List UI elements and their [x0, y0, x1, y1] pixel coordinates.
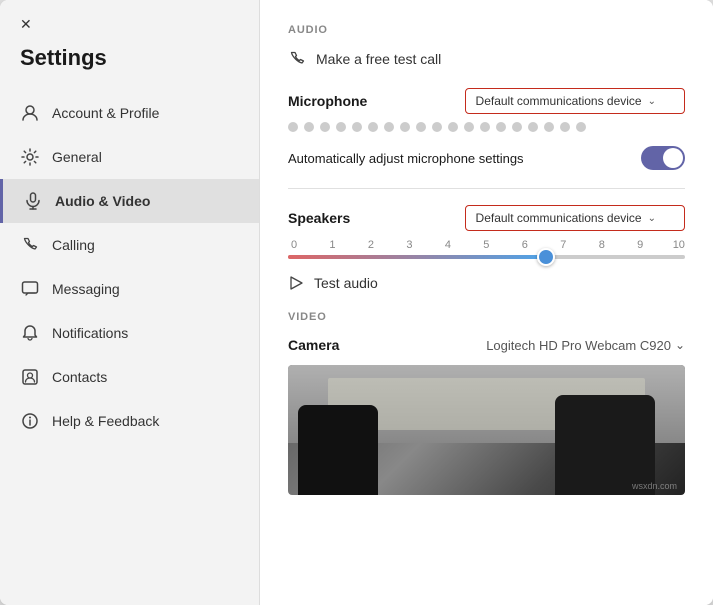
- sidebar-item-audio-video[interactable]: Audio & Video: [0, 179, 259, 223]
- sidebar-item-notifications[interactable]: Notifications: [0, 311, 259, 355]
- sidebar-navigation: Account & Profile General: [0, 91, 259, 443]
- slider-label-5: 5: [480, 239, 492, 251]
- watermark: wsxdn.com: [632, 481, 677, 491]
- mic-dot: [512, 122, 522, 132]
- auto-adjust-label: Automatically adjust microphone settings: [288, 151, 524, 166]
- mic-dot: [384, 122, 394, 132]
- mic-dot: [416, 122, 426, 132]
- microphone-row: Microphone Default communications device…: [288, 88, 685, 114]
- slider-label-0: 0: [288, 239, 300, 251]
- mic-dot: [496, 122, 506, 132]
- microphone-device-label: Default communications device: [476, 94, 642, 108]
- contacts-icon: [20, 367, 40, 387]
- slider-label-2: 2: [365, 239, 377, 251]
- slider-labels: 0 1 2 3 4 5 6 7 8 9 10: [288, 239, 685, 251]
- settings-window: ✕ Settings Account & Profile: [0, 0, 713, 605]
- phone-icon: [20, 235, 40, 255]
- slider-label-9: 9: [634, 239, 646, 251]
- camera-device-label: Logitech HD Pro Webcam C920: [486, 338, 671, 353]
- slider-thumb[interactable]: [537, 248, 555, 266]
- camera-row: Camera Logitech HD Pro Webcam C920 ⌄: [288, 337, 685, 353]
- chair-left: [298, 405, 378, 495]
- mic-dot: [560, 122, 570, 132]
- sidebar-item-help-label: Help & Feedback: [52, 413, 159, 429]
- slider-label-7: 7: [557, 239, 569, 251]
- main-content: AUDIO Make a free test call Microphone D…: [260, 0, 713, 605]
- sidebar-item-account-label: Account & Profile: [52, 105, 159, 121]
- mic-dot: [544, 122, 554, 132]
- slider-label-6: 6: [519, 239, 531, 251]
- test-audio-label: Test audio: [314, 275, 378, 291]
- sidebar-item-messaging-label: Messaging: [52, 281, 120, 297]
- speakers-label: Speakers: [288, 210, 350, 226]
- slider-label-1: 1: [326, 239, 338, 251]
- sidebar-item-help[interactable]: Help & Feedback: [0, 399, 259, 443]
- chair-right: [555, 395, 655, 495]
- mic-level-indicator: [288, 122, 685, 132]
- mic-dot: [304, 122, 314, 132]
- mic-dot: [528, 122, 538, 132]
- chevron-down-icon: ⌄: [648, 96, 656, 107]
- speakers-device-label: Default communications device: [476, 211, 642, 225]
- mic-dot: [480, 122, 490, 132]
- slider-label-4: 4: [442, 239, 454, 251]
- auto-adjust-toggle[interactable]: [641, 146, 685, 170]
- mic-dot: [448, 122, 458, 132]
- bell-icon: [20, 323, 40, 343]
- sidebar-item-calling[interactable]: Calling: [0, 223, 259, 267]
- test-call-label: Make a free test call: [316, 51, 441, 67]
- mic-dot: [368, 122, 378, 132]
- divider: [288, 188, 685, 189]
- auto-adjust-row: Automatically adjust microphone settings: [288, 146, 685, 170]
- play-icon: [288, 275, 304, 291]
- slider-label-8: 8: [596, 239, 608, 251]
- sidebar-item-audio-video-label: Audio & Video: [55, 193, 150, 209]
- mic-dot: [288, 122, 298, 132]
- sidebar-item-contacts[interactable]: Contacts: [0, 355, 259, 399]
- mic-dot: [432, 122, 442, 132]
- test-audio-row[interactable]: Test audio: [288, 275, 685, 291]
- slider-fill: [288, 255, 546, 259]
- video-section-label: VIDEO: [288, 311, 685, 323]
- mic-dot: [352, 122, 362, 132]
- mic-dot: [576, 122, 586, 132]
- close-icon: ✕: [20, 16, 32, 33]
- chevron-down-icon: ⌄: [675, 338, 685, 352]
- microphone-dropdown[interactable]: Default communications device ⌄: [465, 88, 685, 114]
- camera-preview: wsxdn.com: [288, 365, 685, 495]
- speakers-dropdown[interactable]: Default communications device ⌄: [465, 205, 685, 231]
- sidebar-item-account[interactable]: Account & Profile: [0, 91, 259, 135]
- test-call-row[interactable]: Make a free test call: [288, 50, 685, 68]
- camera-feed: [288, 365, 685, 495]
- phone-outline-icon: [288, 50, 306, 68]
- mic-dot: [400, 122, 410, 132]
- chevron-down-icon: ⌄: [648, 213, 656, 224]
- mic-dot: [320, 122, 330, 132]
- chat-icon: [20, 279, 40, 299]
- sidebar: ✕ Settings Account & Profile: [0, 0, 260, 605]
- sidebar-item-contacts-label: Contacts: [52, 369, 107, 385]
- mic-icon: [23, 191, 43, 211]
- slider-label-3: 3: [403, 239, 415, 251]
- audio-section-label: AUDIO: [288, 24, 685, 36]
- sidebar-item-calling-label: Calling: [52, 237, 95, 253]
- volume-slider[interactable]: [288, 255, 685, 259]
- microphone-label: Microphone: [288, 93, 367, 109]
- camera-label: Camera: [288, 337, 339, 353]
- person-icon: [20, 103, 40, 123]
- sidebar-item-general-label: General: [52, 149, 102, 165]
- mic-dot: [336, 122, 346, 132]
- sidebar-item-notifications-label: Notifications: [52, 325, 128, 341]
- sidebar-item-messaging[interactable]: Messaging: [0, 267, 259, 311]
- gear-icon: [20, 147, 40, 167]
- info-icon: [20, 411, 40, 431]
- close-button[interactable]: ✕: [0, 0, 259, 41]
- slider-label-10: 10: [673, 239, 685, 251]
- speakers-row: Speakers Default communications device ⌄: [288, 205, 685, 231]
- sidebar-title: Settings: [0, 41, 259, 91]
- sidebar-item-general[interactable]: General: [0, 135, 259, 179]
- camera-dropdown[interactable]: Logitech HD Pro Webcam C920 ⌄: [486, 338, 685, 353]
- mic-dot: [464, 122, 474, 132]
